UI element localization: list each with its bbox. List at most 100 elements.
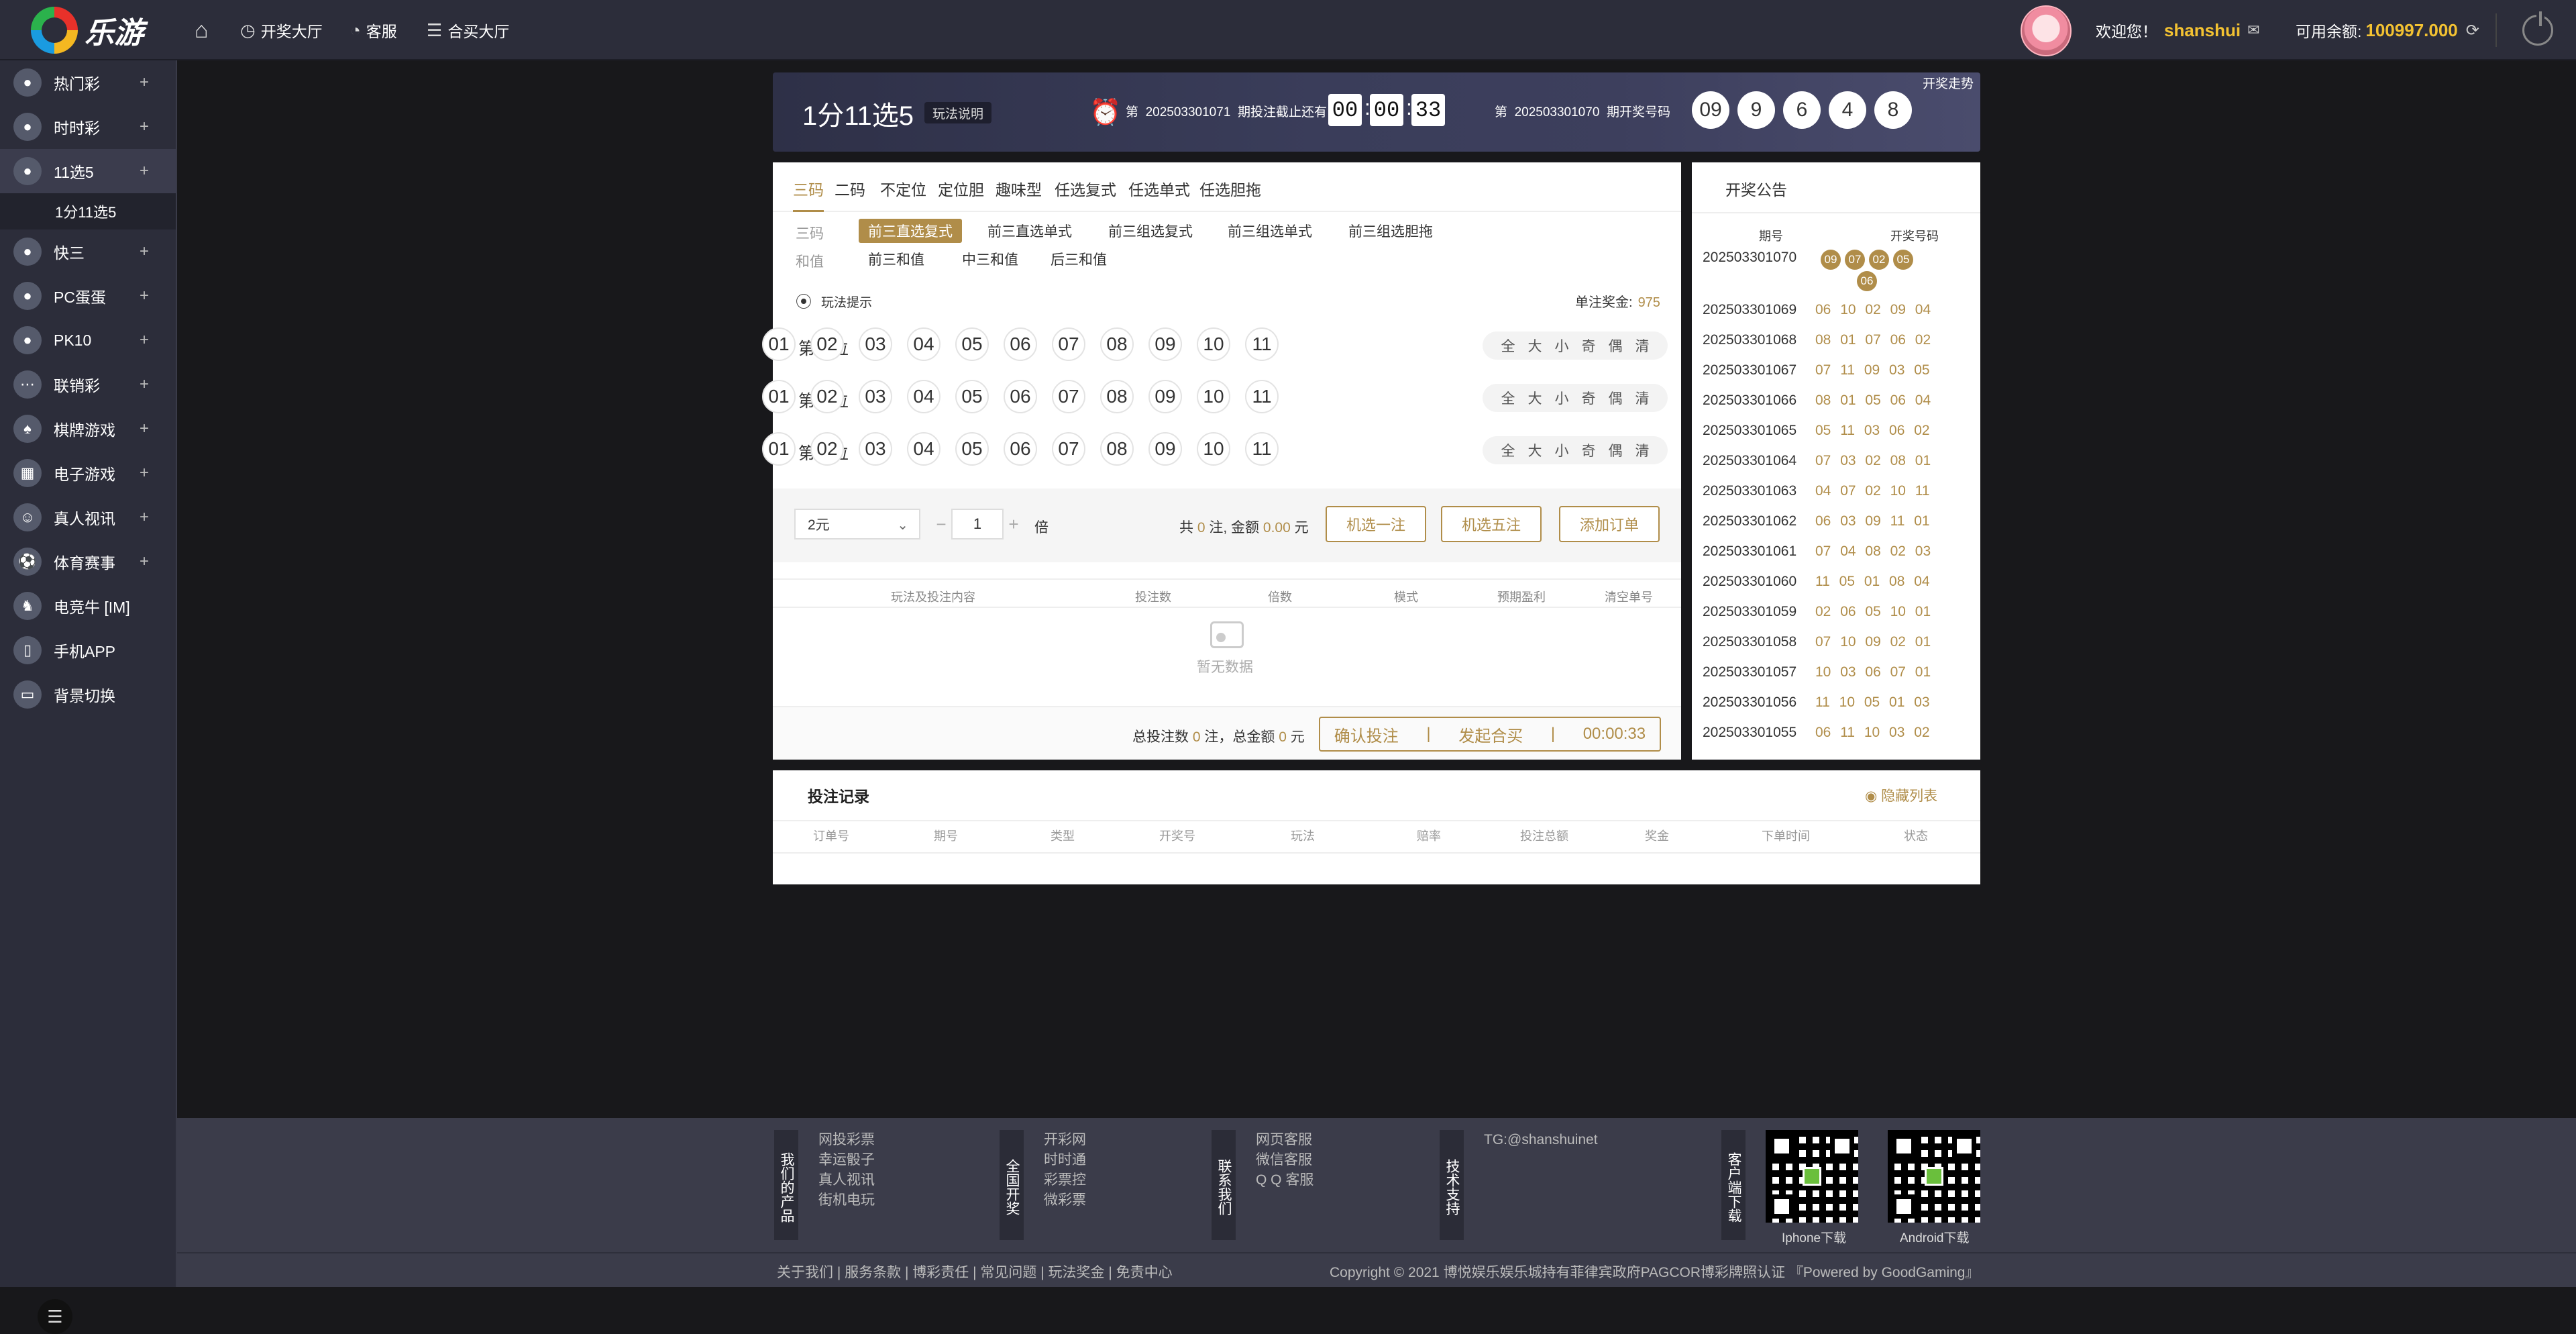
sidebar-item-hot[interactable]: ● 热门彩 + (0, 60, 176, 105)
number-ball[interactable]: 04 (907, 380, 941, 413)
random-one-button[interactable]: 机选一注 (1326, 506, 1426, 542)
quick-select-button[interactable]: 清 (1635, 440, 1650, 460)
number-ball[interactable]: 03 (859, 327, 892, 361)
nav-lottery-hall[interactable]: ◷ 开奖大厅 (240, 0, 323, 60)
order-clear-button[interactable]: 清空单号 (1605, 588, 1653, 605)
nav-group-buy[interactable]: ☰ 合买大厅 (427, 0, 509, 60)
quick-select-button[interactable]: 奇 (1582, 440, 1596, 460)
number-ball[interactable]: 09 (1148, 327, 1182, 361)
minus-button[interactable]: − (931, 514, 951, 535)
number-ball[interactable]: 08 (1100, 380, 1134, 413)
quick-select-button[interactable]: 偶 (1609, 336, 1623, 356)
footer-link[interactable]: Q Q 客服 (1256, 1170, 1313, 1190)
plus-icon[interactable]: + (140, 162, 149, 181)
hide-list-button[interactable]: ◉ 隐藏列表 (1865, 785, 1937, 805)
avatar[interactable] (2021, 5, 2072, 56)
plus-icon[interactable]: + (140, 508, 149, 527)
footer-link[interactable]: 街机电玩 (818, 1190, 875, 1211)
sidebar-item-background[interactable]: ▭ 背景切换 (0, 672, 176, 717)
number-ball[interactable]: 01 (762, 327, 796, 361)
tab-erma[interactable]: 二码 (835, 177, 865, 212)
nav-customer-service[interactable]: ◔ 客服 (350, 0, 397, 60)
plus-icon[interactable]: + (140, 419, 149, 438)
sub-back3-sum[interactable]: 后三和值 (1041, 247, 1116, 271)
sidebar-item-ssc[interactable]: ● 时时彩 + (0, 105, 176, 149)
number-ball[interactable]: 10 (1197, 432, 1230, 466)
sub-front3-group-single[interactable]: 前三组选单式 (1218, 219, 1322, 243)
sub-front3-direct-single[interactable]: 前三直选单式 (978, 219, 1081, 243)
tab-dingweidan[interactable]: 定位胆 (938, 177, 984, 212)
number-ball[interactable]: 04 (907, 432, 941, 466)
number-ball[interactable]: 11 (1245, 327, 1279, 361)
number-ball[interactable]: 01 (762, 432, 796, 466)
footer-link[interactable]: 网投彩票 (818, 1130, 875, 1150)
plus-icon[interactable]: + (140, 242, 149, 261)
number-ball[interactable]: 11 (1245, 432, 1279, 466)
quick-select-button[interactable]: 大 (1528, 388, 1542, 408)
number-ball[interactable]: 09 (1148, 380, 1182, 413)
tab-renxuan-danshi[interactable]: 任选单式 (1128, 177, 1190, 212)
mail-icon[interactable]: ✉ (2247, 21, 2259, 39)
tab-budingwei[interactable]: 不定位 (880, 177, 926, 212)
number-ball[interactable]: 10 (1197, 327, 1230, 361)
number-ball[interactable]: 03 (859, 432, 892, 466)
footer-link[interactable]: 真人视讯 (818, 1170, 875, 1190)
quick-select-button[interactable]: 全 (1501, 388, 1515, 408)
quick-select-button[interactable]: 小 (1555, 336, 1569, 356)
quick-select-button[interactable]: 清 (1635, 388, 1650, 408)
sub-front3-sum[interactable]: 前三和值 (859, 247, 934, 271)
footer-link[interactable]: TG:@shanshuinet (1484, 1130, 1598, 1150)
number-ball[interactable]: 02 (810, 432, 844, 466)
number-ball[interactable]: 07 (1052, 432, 1085, 466)
number-ball[interactable]: 04 (907, 327, 941, 361)
number-ball[interactable]: 08 (1100, 432, 1134, 466)
rules-button[interactable]: 玩法说明 (924, 102, 992, 123)
quick-select-button[interactable]: 小 (1555, 388, 1569, 408)
group-buy-button[interactable]: 发起合买 (1458, 723, 1523, 746)
quick-select-button[interactable]: 全 (1501, 440, 1515, 460)
sidebar-item-11x5[interactable]: ● 11选5 + (0, 149, 176, 193)
number-ball[interactable]: 10 (1197, 380, 1230, 413)
play-hint[interactable]: 玩法提示 (821, 293, 872, 311)
number-ball[interactable]: 03 (859, 380, 892, 413)
sub-front3-group-multi[interactable]: 前三组选复式 (1099, 219, 1202, 243)
username[interactable]: shanshui (2164, 20, 2241, 41)
number-ball[interactable]: 05 (955, 432, 989, 466)
number-ball[interactable]: 06 (1004, 327, 1037, 361)
sidebar-item-live[interactable]: ☺ 真人视讯 + (0, 495, 176, 540)
quick-select-button[interactable]: 清 (1635, 336, 1650, 356)
plus-icon[interactable]: + (140, 117, 149, 136)
sub-front3-direct-multi[interactable]: 前三直选复式 (859, 219, 962, 243)
quick-select-button[interactable]: 全 (1501, 336, 1515, 356)
sidebar-item-pcdd[interactable]: ● PC蛋蛋 + (0, 274, 176, 318)
number-ball[interactable]: 11 (1245, 380, 1279, 413)
number-ball[interactable]: 08 (1100, 327, 1134, 361)
sidebar-item-sports[interactable]: ⚽ 体育赛事 + (0, 540, 176, 584)
sub-mid3-sum[interactable]: 中三和值 (953, 247, 1028, 271)
sidebar-subitem-1min-11x5[interactable]: 1分11选5 (0, 193, 176, 229)
footer-link[interactable]: 时时通 (1044, 1150, 1086, 1170)
tab-quweixing[interactable]: 趣味型 (996, 177, 1042, 212)
quick-select-button[interactable]: 大 (1528, 440, 1542, 460)
plus-icon[interactable]: + (140, 331, 149, 350)
number-ball[interactable]: 09 (1148, 432, 1182, 466)
footer-link[interactable]: 微彩票 (1044, 1190, 1086, 1211)
multiple-input[interactable]: 1 (951, 509, 1004, 540)
trend-link[interactable]: 开奖走势 (1923, 74, 1974, 92)
unit-select[interactable]: 2元 ⌄ (794, 509, 920, 540)
number-ball[interactable]: 01 (762, 380, 796, 413)
number-ball[interactable]: 05 (955, 380, 989, 413)
quick-select-button[interactable]: 偶 (1609, 388, 1623, 408)
plus-icon[interactable]: + (140, 375, 149, 394)
logout-power-icon[interactable] (2522, 11, 2553, 46)
sidebar-item-chess[interactable]: ♠ 棋牌游戏 + (0, 407, 176, 451)
plus-icon[interactable]: + (140, 464, 149, 482)
sub-front3-group-dantuo[interactable]: 前三组选胆拖 (1339, 219, 1442, 243)
number-ball[interactable]: 06 (1004, 432, 1037, 466)
quick-select-button[interactable]: 大 (1528, 336, 1542, 356)
number-ball[interactable]: 02 (810, 327, 844, 361)
sidebar-item-app[interactable]: ▯ 手机APP (0, 628, 176, 672)
refresh-icon[interactable]: ⟳ (2466, 21, 2479, 40)
quick-select-button[interactable]: 奇 (1582, 388, 1596, 408)
plus-icon[interactable]: + (140, 552, 149, 571)
